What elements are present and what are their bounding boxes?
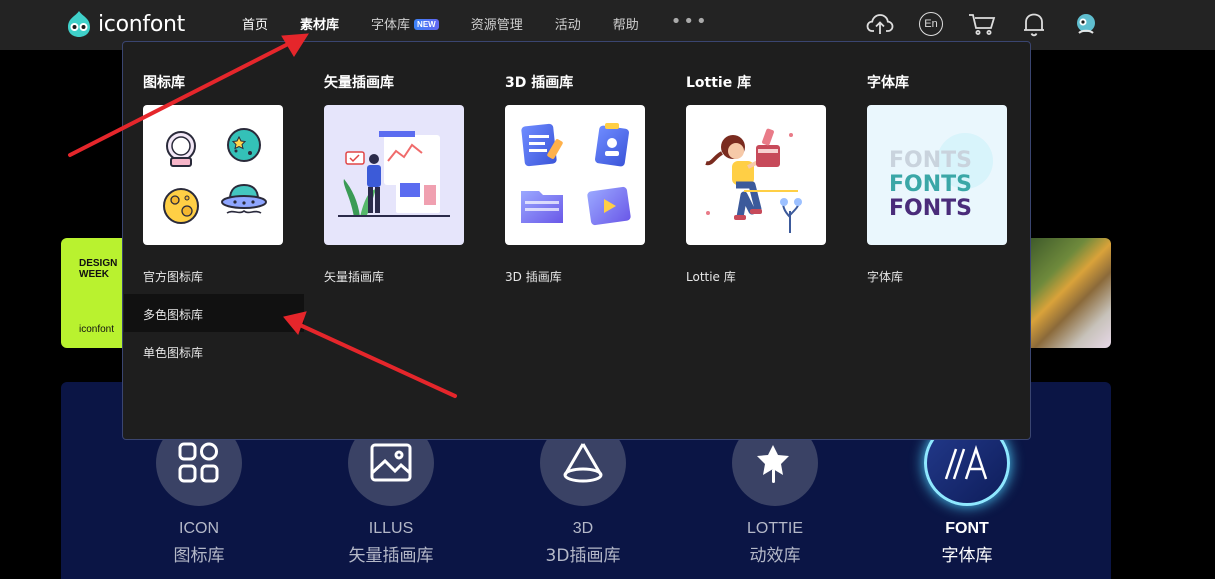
- banner-logo-text: iconfont: [79, 324, 115, 335]
- logo-text: iconfont: [98, 11, 185, 37]
- nav-fonts-label: 字体库: [371, 17, 411, 33]
- vector-thumbnail[interactable]: [324, 105, 464, 245]
- category-zh: 3D插画库: [545, 546, 621, 566]
- lottie-thumbnail[interactable]: [686, 105, 826, 245]
- site-logo[interactable]: iconfont: [64, 8, 185, 40]
- image-icon: [370, 443, 412, 482]
- col-title[interactable]: 字体库: [867, 72, 909, 92]
- category-zh: 矢量插画库: [348, 546, 434, 566]
- nav-assets[interactable]: 素材库: [300, 14, 339, 33]
- menu-fonts[interactable]: 字体库: [867, 268, 903, 285]
- nav-events[interactable]: 活动: [555, 14, 581, 33]
- menu-vector-illus[interactable]: 矢量插画库: [324, 268, 384, 285]
- upload-cloud-icon[interactable]: [866, 10, 894, 38]
- category-3d[interactable]: 3D 3D插画库: [528, 420, 638, 566]
- category-lottie[interactable]: LOTTIE 动效库: [720, 420, 830, 566]
- category-zh: 动效库: [749, 546, 801, 566]
- 3d-thumbnail[interactable]: [505, 105, 645, 245]
- category-icon[interactable]: ICON 图标库: [144, 420, 254, 566]
- category-font[interactable]: FONT 字体库: [912, 420, 1022, 566]
- category-illus[interactable]: ILLUS 矢量插画库: [336, 420, 446, 566]
- bell-icon[interactable]: [1020, 10, 1048, 38]
- promo-banner-right[interactable]: [1030, 238, 1111, 348]
- col-title[interactable]: 3D 插画库: [505, 72, 573, 92]
- more-menu[interactable]: •••: [671, 11, 709, 32]
- cone-icon: [563, 443, 603, 483]
- fonts-word-1: FONTS: [889, 148, 972, 173]
- category-zh: 字体库: [941, 546, 993, 566]
- language-switch[interactable]: En: [919, 12, 943, 36]
- nav-help[interactable]: 帮助: [613, 14, 639, 33]
- category-en: FONT: [945, 520, 989, 537]
- menu-mono-icons[interactable]: 单色图标库: [143, 344, 203, 361]
- category-en: ILLUS: [368, 520, 414, 537]
- col-title[interactable]: Lottie 库: [686, 72, 751, 92]
- grid-icon: [178, 442, 219, 483]
- fonts-word-2: FONTS: [889, 172, 972, 197]
- motion-star-icon: [757, 445, 789, 483]
- font-a-icon: [944, 445, 988, 480]
- assets-dropdown: 图标库 官方图标库 多色图标库 单色图标库 矢量插画库 矢量插画库 3D 插画库…: [122, 41, 1031, 440]
- nav-fonts[interactable]: 字体库 NEW: [371, 14, 439, 33]
- col-title[interactable]: 矢量插画库: [324, 72, 394, 92]
- menu-official-icons[interactable]: 官方图标库: [143, 268, 203, 285]
- fonts-thumbnail[interactable]: FONTS FONTS FONTS: [867, 105, 1007, 245]
- icons-thumbnail[interactable]: [143, 105, 283, 245]
- new-badge: NEW: [414, 18, 439, 30]
- menu-lottie[interactable]: Lottie 库: [686, 268, 736, 285]
- nav-resources[interactable]: 资源管理: [471, 14, 523, 33]
- fonts-word-3: FONTS: [889, 196, 972, 221]
- category-en: 3D: [572, 520, 594, 537]
- col-title[interactable]: 图标库: [143, 72, 185, 92]
- user-avatar[interactable]: [1072, 10, 1100, 38]
- nav-home[interactable]: 首页: [242, 14, 268, 33]
- menu-3d-illus[interactable]: 3D 插画库: [505, 268, 562, 285]
- category-en: ICON: [179, 520, 219, 537]
- banner-title: DESIGN WEEK: [79, 258, 118, 280]
- logo-icon: [68, 11, 90, 37]
- menu-multicolor-icons[interactable]: 多色图标库: [143, 306, 203, 323]
- category-zh: 图标库: [173, 546, 225, 566]
- category-en: LOTTIE: [746, 520, 803, 537]
- main-nav: 首页 素材库 字体库 NEW 资源管理 活动 帮助 •••: [242, 0, 741, 46]
- promo-banner-left[interactable]: DESIGN WEEK iconfont: [61, 238, 125, 348]
- cart-icon[interactable]: [968, 10, 996, 38]
